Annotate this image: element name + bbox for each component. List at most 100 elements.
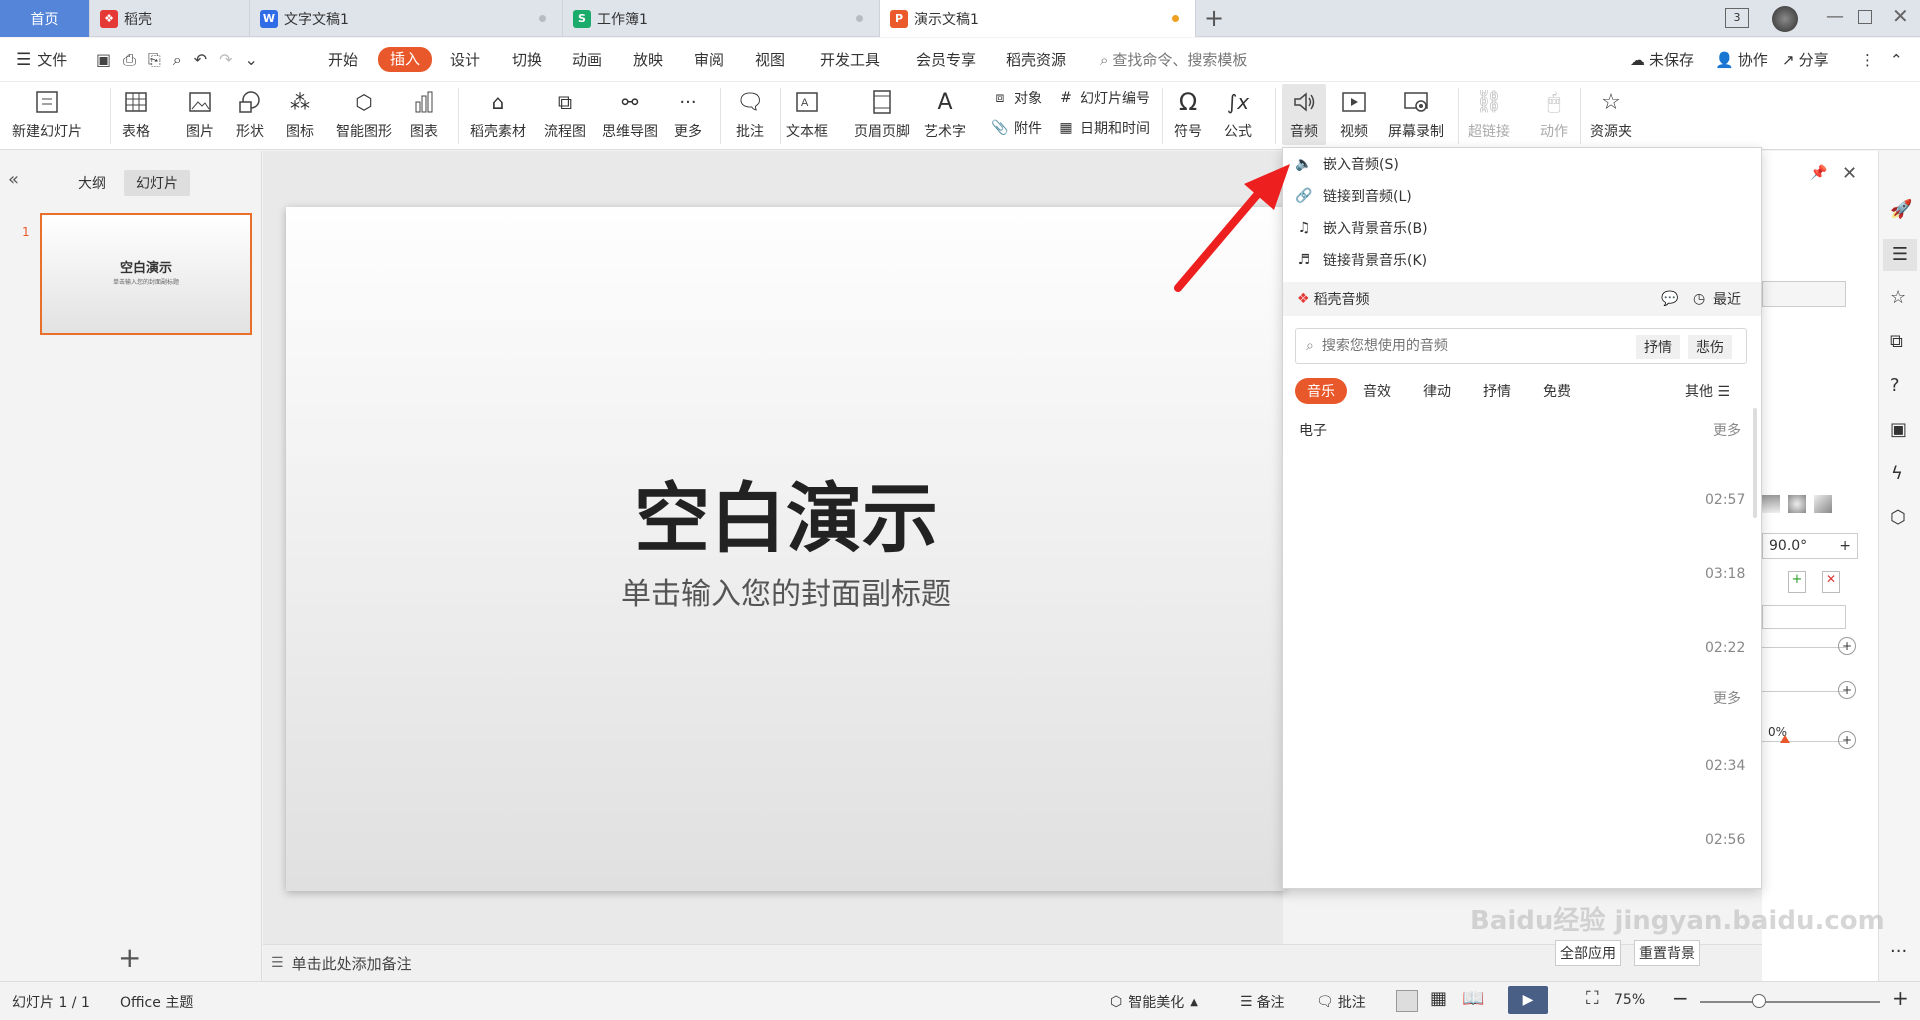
attachment-button[interactable]: 📎 附件 (990, 118, 1042, 138)
tab-writer[interactable]: W 文字文稿1 (250, 0, 563, 37)
wordart-button[interactable]: A 艺术字 (924, 86, 966, 141)
zoom-slider[interactable] (1700, 1001, 1880, 1003)
slider-plus-icon[interactable]: + (1838, 731, 1856, 749)
header-footer-button[interactable]: 页眉页脚 (854, 86, 910, 141)
tab-developer[interactable]: 开发工具 (820, 48, 880, 72)
slide-number-button[interactable]: # 幻灯片编号 (1056, 88, 1150, 108)
category-tab-rhythm[interactable]: 律动 (1423, 381, 1451, 401)
action-button[interactable]: 🖱 动作 (1538, 86, 1570, 141)
category-tab-free[interactable]: 免费 (1543, 381, 1571, 401)
tab-presentation[interactable]: P 演示文稿1 (880, 0, 1196, 37)
tab-sheet[interactable]: S 工作簿1 (563, 0, 880, 37)
video-button[interactable]: 视频 (1338, 86, 1370, 141)
hyperlink-button[interactable]: ⛓ 超链接 (1468, 86, 1510, 141)
tab-daoke[interactable]: ❖ 稻壳 (90, 0, 250, 37)
tab-start[interactable]: 开始 (328, 48, 358, 72)
more-link[interactable]: 更多 (1713, 420, 1741, 440)
tab-animation[interactable]: 动画 (572, 48, 602, 72)
gradient-swatch[interactable] (1814, 495, 1832, 513)
feedback-icon[interactable]: 💬 (1661, 291, 1678, 307)
category-tab-sfx[interactable]: 音效 (1363, 381, 1391, 401)
print-icon[interactable]: ⎘ (148, 50, 161, 70)
rocket-icon[interactable]: 🚀 (1890, 199, 1912, 220)
datetime-button[interactable]: ▦ 日期和时间 (1056, 118, 1150, 138)
notes-bar[interactable]: ☰ 单击此处添加备注 (263, 944, 1763, 981)
link-bg-music-item[interactable]: ♬ 链接背景音乐(K) (1293, 246, 1427, 274)
minimize-icon[interactable]: — (1826, 6, 1844, 27)
close-pane-icon[interactable]: ✕ (1842, 163, 1857, 184)
slide-title[interactable]: 空白演示 (286, 457, 1286, 567)
screen-record-button[interactable]: 屏幕录制 (1388, 86, 1444, 141)
tab-design[interactable]: 设计 (450, 48, 480, 72)
unsaved-dot-icon[interactable] (1172, 15, 1179, 22)
help-icon[interactable]: ? (1890, 375, 1900, 396)
color-dropdown[interactable] (1762, 605, 1846, 629)
theme-name[interactable]: Office 主题 (120, 992, 193, 1012)
smart-shape-button[interactable]: ⬡ 智能图形 (336, 86, 392, 141)
slider-plus-icon[interactable]: + (1838, 681, 1856, 699)
audio-search-input[interactable] (1321, 338, 1622, 354)
tab-review[interactable]: 审阅 (694, 48, 724, 72)
fit-window-icon[interactable]: ⛶ (1586, 988, 1599, 1009)
zoom-out-icon[interactable]: − (1672, 986, 1689, 1010)
customize-chevron-icon[interactable]: ⌄ (245, 50, 258, 70)
resources-button[interactable]: ☆ 资源夹 (1590, 86, 1632, 141)
unsaved-button[interactable]: ☁ 未保存 (1630, 48, 1694, 72)
property-dropdown[interactable] (1762, 281, 1846, 307)
shape-button[interactable]: 形状 (234, 86, 266, 141)
slide[interactable]: 空白演示 单击输入您的封面副标题 (286, 207, 1286, 891)
tab-sheet-close-icon[interactable] (856, 15, 863, 22)
collapse-ribbon-icon[interactable]: ⌃ (1890, 48, 1903, 72)
link-audio-item[interactable]: 🔗 链接到音频(L) (1293, 182, 1411, 210)
share-button[interactable]: ↗ 分享 (1782, 48, 1829, 72)
lightning-icon[interactable]: ϟ (1891, 463, 1903, 484)
tab-insert[interactable]: 插入 (378, 47, 433, 72)
zoom-in-icon[interactable]: + (1892, 986, 1909, 1010)
property-sliders-icon[interactable]: ☰ (1883, 239, 1917, 271)
tab-member[interactable]: 会员专享 (916, 48, 976, 72)
tab-view[interactable]: 视图 (755, 48, 785, 72)
tab-daoke-resources[interactable]: 稻壳资源 (1006, 48, 1066, 72)
restore-icon[interactable] (1858, 10, 1872, 24)
recent-link[interactable]: 最近 (1713, 289, 1741, 309)
beautify-button[interactable]: ⬡ 智能美化 ▲ (1110, 992, 1198, 1012)
more-button[interactable]: ··· 更多 (672, 86, 704, 141)
gradient-swatch[interactable] (1788, 495, 1806, 513)
new-tab-icon[interactable]: + (1204, 4, 1224, 32)
file-menu[interactable]: ☰ 文件 (16, 48, 67, 72)
pin-icon[interactable]: 📌 (1810, 165, 1827, 181)
daoke-material-button[interactable]: ⌂ 稻壳素材 (470, 86, 526, 141)
cube-icon[interactable]: ⬡ (1890, 507, 1906, 528)
collapse-pane-icon[interactable]: « (8, 169, 19, 190)
print-preview-icon[interactable]: ⌕ (173, 50, 182, 70)
embed-audio-item[interactable]: 🔈 嵌入音频(S) (1293, 150, 1399, 178)
picture-edit-icon[interactable]: ▣ (1890, 419, 1907, 440)
category-tab-music[interactable]: 音乐 (1295, 378, 1347, 404)
transparency-slider[interactable] (1762, 741, 1846, 742)
chart-button[interactable]: 图表 (408, 86, 440, 141)
gradient-stop-add-icon[interactable]: + (1788, 571, 1806, 593)
category-tab-lyric[interactable]: 抒情 (1483, 381, 1511, 401)
audio-button[interactable]: 音频 (1282, 84, 1326, 145)
reading-view-icon[interactable]: 📖 (1462, 988, 1484, 1009)
picture-button[interactable]: 图片 (184, 86, 216, 141)
quick-tag[interactable]: 抒情 (1636, 335, 1680, 359)
slide-subtitle[interactable]: 单击输入您的封面副标题 (286, 569, 1286, 613)
comment-button[interactable]: 🗨 批注 (734, 86, 766, 141)
add-slide-icon[interactable]: + (118, 941, 141, 974)
gradient-swatch[interactable] (1762, 495, 1780, 513)
more-link[interactable]: 更多 (1713, 688, 1741, 708)
play-slideshow-button[interactable]: ▶ (1508, 986, 1548, 1014)
tab-writer-close-icon[interactable] (539, 15, 546, 22)
export-pdf-icon[interactable]: ⎙ (123, 50, 136, 70)
collab-button[interactable]: 👤 协作 (1715, 48, 1768, 72)
slider-thumb-icon[interactable] (1780, 735, 1790, 743)
star-effect-icon[interactable]: ☆ (1890, 287, 1906, 308)
tab-home[interactable]: 首页 (0, 0, 90, 37)
grid-view-icon[interactable]: ▦ (1430, 988, 1447, 1009)
angle-field[interactable]: 90.0° + (1762, 533, 1858, 559)
object-button[interactable]: ⧈ 对象 (990, 88, 1042, 108)
avatar[interactable] (1772, 6, 1798, 32)
embed-bg-music-item[interactable]: ♫ 嵌入背景音乐(B) (1293, 214, 1428, 242)
close-window-icon[interactable]: ✕ (1892, 4, 1909, 28)
